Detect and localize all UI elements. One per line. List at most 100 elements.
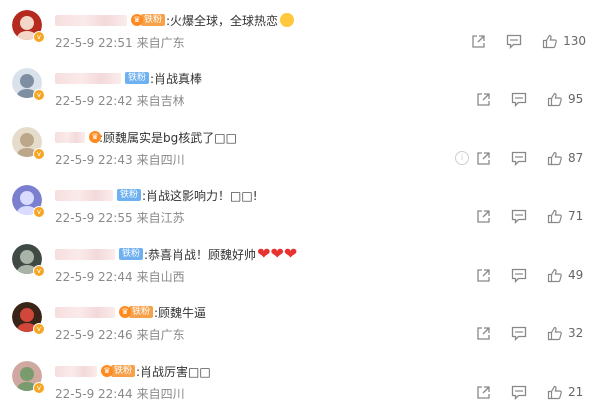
comment-date: 22-5-9 22:46: [55, 328, 133, 342]
share-icon[interactable]: [475, 325, 491, 341]
verified-badge-icon: v: [33, 265, 45, 277]
comment-text: :顾魏牛逼: [154, 305, 207, 320]
like-icon[interactable]: [547, 91, 563, 107]
comment-location: 来自山西: [136, 270, 185, 284]
fan-badge: 铁粉: [119, 248, 144, 260]
info-icon[interactable]: i: [455, 151, 469, 165]
comment-text: :顾魏属实是bg核武了□□: [99, 130, 237, 145]
share-icon[interactable]: [470, 33, 486, 49]
comment-item: v 铁粉:肖战真棒 22-5-9 22:42 来自吉林 95: [0, 62, 600, 120]
verified-badge-icon: v: [33, 206, 45, 218]
comment-actions: 95: [475, 90, 586, 108]
verified-badge-icon: v: [33, 148, 45, 160]
comment-location: 来自江苏: [136, 211, 185, 225]
like-icon[interactable]: [547, 325, 563, 341]
comment-meta: 22-5-9 22:55 来自江苏: [55, 209, 189, 226]
comment-actions: i 87: [455, 149, 586, 167]
verified-badge-icon: v: [33, 89, 45, 101]
share-icon[interactable]: [475, 150, 491, 166]
blurred-username[interactable]: [55, 131, 85, 143]
comment-content-line: ♛:顾魏属实是bg核武了□□: [55, 127, 237, 147]
verified-badge-icon: v: [33, 382, 45, 394]
verified-badge-icon: v: [33, 323, 45, 335]
share-icon[interactable]: [475, 208, 491, 224]
comment-item: v ♛ 铁粉:肖战厉害□□ 22-5-9 22:44 来自四川 21: [0, 355, 600, 413]
comment-meta: 22-5-9 22:44 来自四川: [55, 385, 189, 402]
comment-icon[interactable]: [511, 150, 527, 166]
smiley-emoji-icon: [280, 13, 295, 27]
blurred-username[interactable]: [55, 248, 115, 260]
comment-content-line: 铁粉:恭喜肖战！顾魏好帅 ❤❤❤: [55, 244, 297, 264]
comment-location: 来自广东: [136, 328, 185, 342]
share-icon[interactable]: [475, 91, 491, 107]
verified-badge-icon: v: [33, 31, 45, 43]
like-icon[interactable]: [547, 267, 563, 283]
comment-meta: 22-5-9 22:43 来自四川: [55, 151, 189, 168]
comment-actions: 130: [470, 32, 586, 50]
comment-actions: 49: [475, 266, 586, 284]
comment-icon[interactable]: [511, 325, 527, 341]
comment-item: v 铁粉:恭喜肖战！顾魏好帅 ❤❤❤ 22-5-9 22:44 来自山西 49: [0, 238, 600, 296]
comment-actions: 21: [475, 383, 586, 401]
like-count: 130: [563, 34, 586, 48]
comment-meta: 22-5-9 22:46 来自广东: [55, 326, 189, 343]
like-count: 21: [568, 385, 584, 399]
comment-date: 22-5-9 22:51: [55, 36, 133, 50]
blurred-username[interactable]: [55, 365, 97, 377]
blurred-username[interactable]: [55, 14, 127, 26]
comment-icon[interactable]: [511, 91, 527, 107]
comment-text: :肖战厉害□□: [136, 364, 211, 379]
comment-meta: 22-5-9 22:44 来自山西: [55, 268, 189, 285]
comment-icon[interactable]: [511, 208, 527, 224]
comment-text: :恭喜肖战！顾魏好帅: [144, 247, 257, 262]
like-icon[interactable]: [547, 150, 563, 166]
comment-location: 来自四川: [136, 153, 185, 167]
blurred-username[interactable]: [55, 72, 121, 84]
comment-date: 22-5-9 22:43: [55, 153, 133, 167]
comment-location: 来自吉林: [136, 94, 185, 108]
comment-actions: 32: [475, 324, 586, 342]
blurred-username[interactable]: [55, 306, 115, 318]
comment-location: 来自广东: [136, 36, 185, 50]
comment-location: 来自四川: [136, 387, 185, 401]
like-count: 71: [568, 209, 584, 223]
comment-icon[interactable]: [511, 267, 527, 283]
fan-badge: 铁粉: [141, 14, 166, 26]
comment-date: 22-5-9 22:44: [55, 387, 133, 401]
comment-content-line: 铁粉:肖战这影响力！□□!: [55, 185, 258, 205]
like-count: 87: [568, 151, 584, 165]
comment-content-line: ♛ 铁粉:肖战厉害□□: [55, 361, 211, 381]
crown-icon: ♛: [119, 306, 131, 318]
comment-date: 22-5-9 22:55: [55, 211, 133, 225]
comment-date: 22-5-9 22:42: [55, 94, 133, 108]
like-icon[interactable]: [547, 208, 563, 224]
comment-date: 22-5-9 22:44: [55, 270, 133, 284]
comment-content-line: ♛ 铁粉:火爆全球，全球热恋: [55, 10, 295, 30]
fan-badge: 铁粉: [111, 365, 136, 377]
comment-item: v ♛ 铁粉:顾魏牛逼 22-5-9 22:46 来自广东 32: [0, 296, 600, 354]
fan-badge: 铁粉: [125, 72, 150, 84]
comment-text: :肖战这影响力！□□!: [142, 188, 258, 203]
comment-meta: 22-5-9 22:51 来自广东: [55, 34, 189, 51]
like-count: 32: [568, 326, 584, 340]
crown-icon: ♛: [101, 365, 113, 377]
like-icon[interactable]: [547, 384, 563, 400]
comment-item: v 铁粉:肖战这影响力！□□! 22-5-9 22:55 来自江苏 71: [0, 179, 600, 237]
like-icon[interactable]: [542, 33, 558, 49]
like-count: 49: [568, 268, 584, 282]
comment-content-line: ♛ 铁粉:顾魏牛逼: [55, 302, 206, 322]
comment-meta: 22-5-9 22:42 来自吉林: [55, 92, 189, 109]
like-count: 95: [568, 92, 584, 106]
comment-content-line: 铁粉:肖战真棒: [55, 68, 202, 88]
comment-text: :火爆全球，全球热恋: [166, 13, 279, 28]
fan-badge: 铁粉: [117, 189, 142, 201]
share-icon[interactable]: [475, 384, 491, 400]
comment-icon[interactable]: [511, 384, 527, 400]
share-icon[interactable]: [475, 267, 491, 283]
crown-icon: ♛: [131, 14, 143, 26]
comment-actions: 71: [475, 207, 586, 225]
comment-icon[interactable]: [506, 33, 522, 49]
comment-item: v ♛ 铁粉:火爆全球，全球热恋 22-5-9 22:51 来自广东 130: [0, 4, 600, 62]
blurred-username[interactable]: [55, 189, 113, 201]
crown-icon: ♛: [89, 131, 101, 143]
